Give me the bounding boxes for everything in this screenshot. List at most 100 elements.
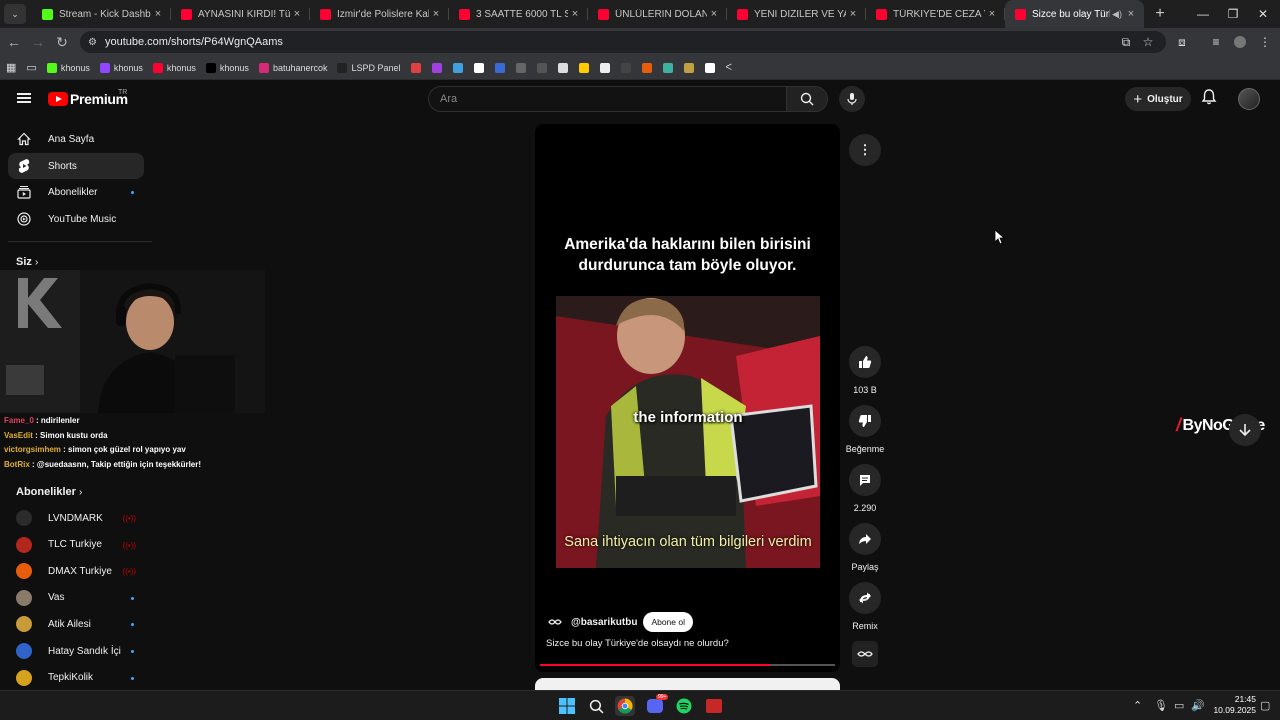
video-progress-bar[interactable] [540, 664, 835, 666]
notification-center-icon[interactable]: ▢ [1260, 699, 1270, 712]
subscription-item[interactable]: Hatay Sandık İçi [8, 638, 144, 664]
you-section-header[interactable]: Siz › [16, 256, 38, 268]
apps-icon[interactable]: ▦ [6, 61, 16, 74]
bookmark-icon[interactable]: ᐸ [726, 62, 733, 73]
extensions-icon[interactable]: ⧈ [1171, 28, 1193, 56]
youtube-logo-icon[interactable] [48, 92, 68, 106]
microphone-icon[interactable]: 🎙 [1154, 699, 1168, 712]
bookmark-icon[interactable] [431, 62, 442, 73]
subscription-item[interactable]: Vas [8, 585, 144, 611]
subscription-item[interactable]: TLC Turkiye ((•)) [8, 532, 144, 558]
bookmark-icon[interactable] [410, 62, 421, 73]
system-clock[interactable]: 21:45 10.09.2025 [1208, 694, 1256, 716]
short-video-frame[interactable]: the information Sana ihtiyacın olan tüm … [556, 296, 820, 568]
bookmark-icon[interactable] [494, 62, 505, 73]
dislike-button[interactable] [849, 405, 881, 437]
media-controls-icon[interactable]: ≡ [1205, 28, 1227, 56]
browser-tab[interactable]: YENİ DİZİLER VE YAŞ FAR× [727, 0, 866, 28]
browser-tab[interactable]: ÜNLÜLERİN DOLANDIRILI× [588, 0, 727, 28]
subscription-item[interactable]: Atik Ailesi [8, 611, 144, 637]
app-taskbar-button[interactable] [704, 696, 724, 716]
bookmark-item[interactable]: khonus [99, 62, 143, 73]
back-button[interactable]: ← [2, 34, 26, 50]
volume-icon[interactable]: 🔊 [1191, 699, 1205, 712]
next-short-button[interactable] [1229, 414, 1261, 446]
folder-icon[interactable]: ▭ [26, 61, 36, 74]
bookmark-icon[interactable] [578, 62, 589, 73]
bookmark-icon[interactable] [662, 62, 673, 73]
bookmark-icon[interactable] [620, 62, 631, 73]
bookmark-icon[interactable] [515, 62, 526, 73]
sidebar-item-abonelikler[interactable]: Abonelikler [8, 179, 144, 205]
bookmark-icon[interactable] [557, 62, 568, 73]
remix-button[interactable] [849, 582, 881, 614]
bookmark-item[interactable]: khonus [205, 62, 249, 73]
bookmark-item[interactable]: batuhanercok [258, 62, 327, 73]
notifications-button[interactable] [1201, 88, 1221, 110]
browser-tab[interactable]: 3 SAATTE 6000 TL SERİSİ!× [449, 0, 588, 28]
new-tab-button[interactable]: + [1148, 5, 1172, 23]
sidebar-item-youtube-music[interactable]: YouTube Music [8, 206, 144, 232]
bookmark-item[interactable]: LSPD Panel [337, 62, 401, 73]
bookmark-star-icon[interactable]: ☆ [1137, 28, 1159, 56]
tab-close-icon[interactable]: × [151, 8, 165, 20]
channel-avatar-icon[interactable] [548, 617, 562, 627]
subscriptions-section-header[interactable]: Abonelikler › [16, 486, 82, 498]
browser-tab[interactable]: İzmir'de Polislere Kalleş S× [310, 0, 449, 28]
profile-icon[interactable] [1229, 28, 1251, 56]
tab-close-icon[interactable]: × [846, 8, 860, 20]
short-title[interactable]: Sizce bu olay Türkiye'de olsaydı ne olur… [546, 638, 729, 649]
tab-search-button[interactable]: ⌄ [4, 4, 26, 24]
bookmark-icon[interactable] [536, 62, 547, 73]
bookmark-icon[interactable] [452, 62, 463, 73]
browser-tab[interactable]: TÜRKİYE'DE CEZA YİYEN Y× [866, 0, 1005, 28]
voice-search-button[interactable] [839, 86, 865, 112]
install-app-icon[interactable]: ⧉ [1115, 28, 1137, 56]
minimize-button[interactable]: — [1186, 0, 1220, 28]
bookmark-icon[interactable] [704, 62, 715, 73]
bookmark-icon[interactable] [599, 62, 610, 73]
close-window-button[interactable]: ✕ [1246, 0, 1280, 28]
maximize-button[interactable]: ❐ [1216, 0, 1250, 28]
bookmark-icon[interactable] [473, 62, 484, 73]
more-options-button[interactable]: ⋮ [849, 134, 881, 166]
speaker-icon[interactable]: ◀) [1110, 9, 1124, 20]
create-button[interactable]: + Oluştur [1125, 87, 1191, 111]
subscription-item[interactable]: TepkiKolik [8, 665, 144, 691]
start-button[interactable] [557, 696, 577, 716]
site-info-icon[interactable]: ⚙ [88, 37, 97, 48]
tab-close-icon[interactable]: × [1124, 8, 1138, 20]
browser-tab[interactable]: Sizce bu olay Türkiye◀)× [1005, 0, 1144, 28]
next-short-preview[interactable] [535, 678, 840, 690]
discord-taskbar-button[interactable]: 99+ [645, 694, 669, 716]
bookmark-item[interactable]: khonus [152, 62, 196, 73]
account-avatar[interactable] [1238, 88, 1260, 110]
chrome-taskbar-button[interactable] [615, 696, 635, 716]
show-hidden-icons[interactable]: ⌃ [1133, 699, 1142, 712]
bookmark-item[interactable]: khonus [46, 62, 90, 73]
sidebar-item-shorts[interactable]: Shorts [8, 153, 144, 179]
forward-button[interactable]: → [26, 34, 50, 50]
address-bar[interactable]: ⚙ youtube.com/shorts/P64WgnQAams [80, 31, 1166, 53]
browser-tab[interactable]: AYNASINI KIRDI! Türkiye'× [171, 0, 310, 28]
tab-close-icon[interactable]: × [568, 8, 582, 20]
shorts-player[interactable]: Amerika'da haklarını bilen birisini durd… [535, 124, 840, 672]
browser-tab[interactable]: Stream - Kick Dashboard× [32, 0, 171, 28]
tab-close-icon[interactable]: × [290, 8, 304, 20]
tab-close-icon[interactable]: × [707, 8, 721, 20]
channel-name[interactable]: @basarikutbu [571, 617, 637, 628]
browser-menu-icon[interactable]: ⋮ [1254, 28, 1276, 56]
subscribe-button[interactable]: Abone ol [643, 612, 693, 632]
tab-close-icon[interactable]: × [985, 8, 999, 20]
subscription-item[interactable]: DMAX Turkiye ((•)) [8, 558, 144, 584]
bookmark-icon[interactable] [641, 62, 652, 73]
comments-button[interactable] [849, 464, 881, 496]
network-icon[interactable]: ▭ [1174, 699, 1184, 712]
search-button[interactable] [786, 86, 828, 112]
sidebar-item-ana-sayfa[interactable]: Ana Sayfa [8, 126, 144, 152]
subscription-item[interactable]: LVNDMARK ((•)) [8, 505, 144, 531]
audio-track-button[interactable] [852, 641, 878, 667]
menu-icon[interactable] [17, 93, 31, 103]
reload-button[interactable]: ↻ [50, 34, 74, 51]
spotify-taskbar-button[interactable] [674, 696, 694, 716]
